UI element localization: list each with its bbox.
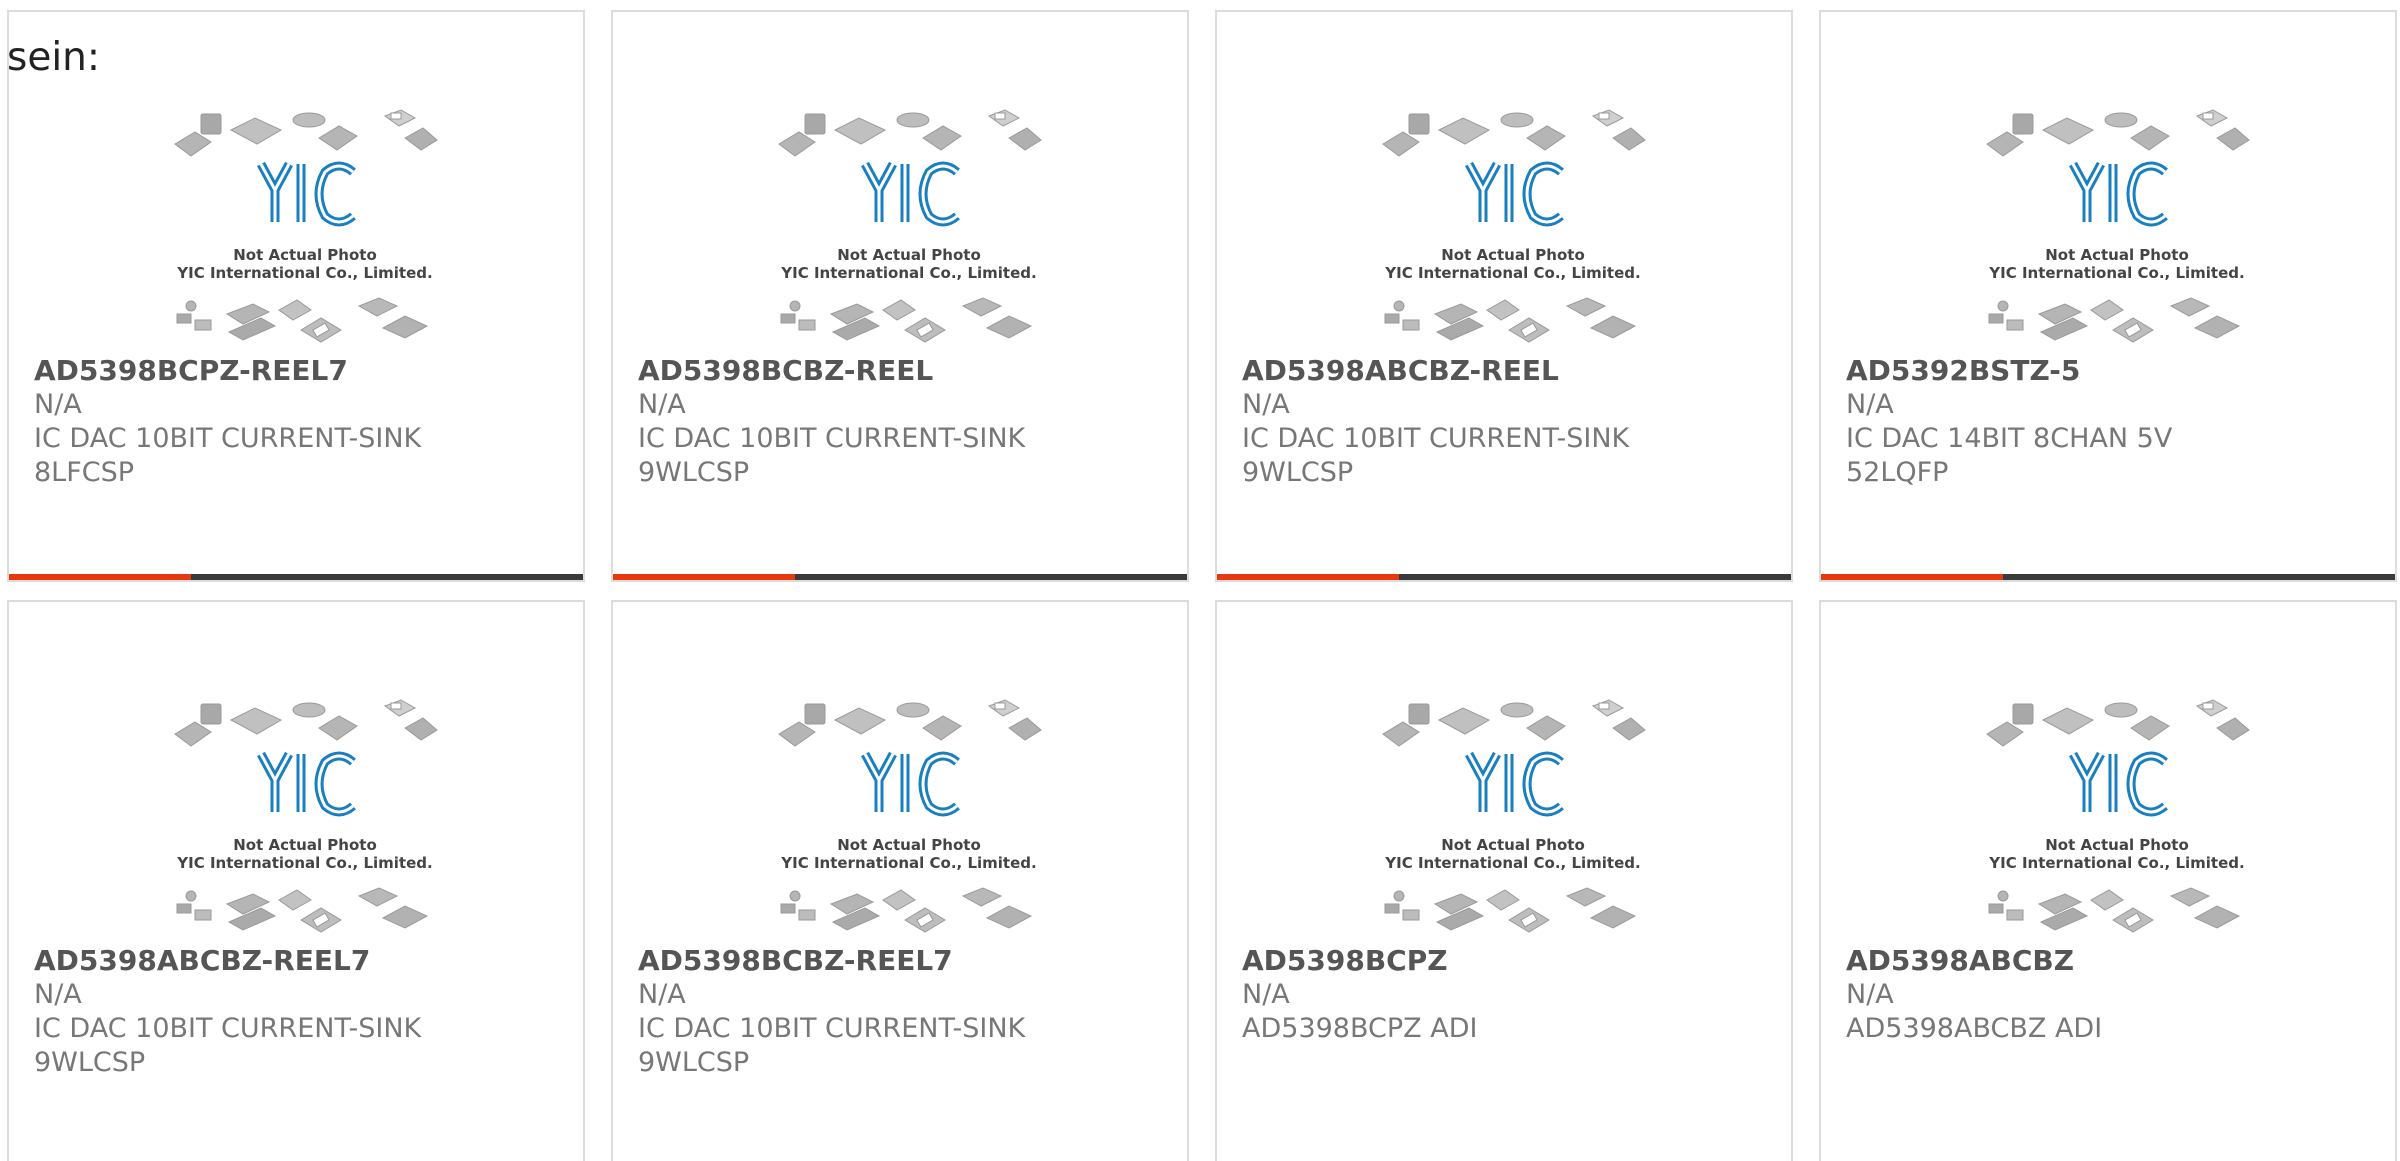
yic-logo-icon xyxy=(257,161,356,227)
placeholder-line1: Not Actual Photo xyxy=(837,246,981,264)
card-bottom-bar-accent xyxy=(613,574,795,580)
chip-cluster-bottom-icon xyxy=(176,297,429,343)
part-number[interactable]: AD5398BCBZ-REEL7 xyxy=(638,944,1158,978)
placeholder-photo: Not Actual Photo YIC International Co., … xyxy=(174,699,438,933)
product-info: AD5398BCPZ-REEL7 N/A IC DAC 10BIT CURREN… xyxy=(34,354,554,490)
yic-logo-icon xyxy=(1465,751,1564,817)
availability-status: N/A xyxy=(1846,389,1894,420)
yic-logo-icon xyxy=(861,161,960,227)
chip-cluster-top-icon xyxy=(1382,699,1646,747)
product-card[interactable]: Not Actual Photo YIC International Co., … xyxy=(611,600,1189,1161)
product-info: AD5392BSTZ-5 N/A IC DAC 14BIT 8CHAN 5V 5… xyxy=(1846,354,2366,490)
placeholder-line1: Not Actual Photo xyxy=(2045,836,2189,854)
placeholder-line2: YIC International Co., Limited. xyxy=(176,854,432,872)
product-info: AD5398ABCBZ-REEL N/A IC DAC 10BIT CURREN… xyxy=(1242,354,1762,490)
part-number[interactable]: AD5398BCPZ-REEL7 xyxy=(34,354,554,388)
product-card[interactable]: Not Actual Photo YIC International Co., … xyxy=(1819,600,2397,1161)
chip-cluster-top-icon xyxy=(778,109,1042,157)
chip-cluster-bottom-icon xyxy=(1384,297,1637,343)
card-bottom-bar xyxy=(1821,574,2395,580)
yic-logo-icon xyxy=(257,751,356,817)
product-info: AD5398ABCBZ-REEL7 N/A IC DAC 10BIT CURRE… xyxy=(34,944,554,1080)
chip-cluster-top-icon xyxy=(778,699,1042,747)
product-description: IC DAC 14BIT 8CHAN 5V 52LQFP xyxy=(1846,423,2173,488)
product-info: AD5398BCBZ-REEL7 N/A IC DAC 10BIT CURREN… xyxy=(638,944,1158,1080)
chip-cluster-bottom-icon xyxy=(1988,887,2241,933)
yic-logo-icon xyxy=(2069,751,2168,817)
placeholder-photo: Not Actual Photo YIC International Co., … xyxy=(1986,699,2250,933)
product-description: AD5398ABCBZ ADI xyxy=(1846,1013,2103,1044)
availability-status: N/A xyxy=(1242,389,1290,420)
part-number[interactable]: AD5398BCBZ-REEL xyxy=(638,354,1158,388)
part-number[interactable]: AD5392BSTZ-5 xyxy=(1846,354,2366,388)
part-number[interactable]: AD5398BCPZ xyxy=(1242,944,1762,978)
placeholder-line2: YIC International Co., Limited. xyxy=(1384,264,1640,282)
card-bottom-bar xyxy=(9,574,583,580)
availability-status: N/A xyxy=(638,389,686,420)
part-number[interactable]: AD5398ABCBZ-REEL xyxy=(1242,354,1762,388)
part-number[interactable]: AD5398ABCBZ xyxy=(1846,944,2366,978)
product-description: AD5398BCPZ ADI xyxy=(1242,1013,1478,1044)
placeholder-line1: Not Actual Photo xyxy=(837,836,981,854)
placeholder-photo: Not Actual Photo YIC International Co., … xyxy=(778,699,1042,933)
product-card[interactable]: Not Actual Photo YIC International Co., … xyxy=(7,10,585,582)
chip-cluster-bottom-icon xyxy=(780,887,1033,933)
placeholder-line1: Not Actual Photo xyxy=(1441,836,1585,854)
product-info: AD5398ABCBZ N/A AD5398ABCBZ ADI xyxy=(1846,944,2366,1046)
yic-logo-icon xyxy=(1465,161,1564,227)
placeholder-line2: YIC International Co., Limited. xyxy=(1384,854,1640,872)
placeholder-photo: Not Actual Photo YIC International Co., … xyxy=(1986,109,2250,343)
card-bottom-bar-accent xyxy=(9,574,191,580)
card-bottom-bar xyxy=(1217,574,1791,580)
yic-logo-icon xyxy=(861,751,960,817)
product-info: AD5398BCPZ N/A AD5398BCPZ ADI xyxy=(1242,944,1762,1046)
placeholder-line2: YIC International Co., Limited. xyxy=(1988,854,2244,872)
availability-status: N/A xyxy=(34,979,82,1010)
product-description: IC DAC 10BIT CURRENT-SINK 9WLCSP xyxy=(34,1013,422,1078)
chip-cluster-top-icon xyxy=(174,699,438,747)
placeholder-photo: Not Actual Photo YIC International Co., … xyxy=(1382,699,1646,933)
product-info: AD5398BCBZ-REEL N/A IC DAC 10BIT CURRENT… xyxy=(638,354,1158,490)
product-card[interactable]: Not Actual Photo YIC International Co., … xyxy=(611,10,1189,582)
chip-cluster-top-icon xyxy=(1986,699,2250,747)
chip-cluster-bottom-icon xyxy=(1988,297,2241,343)
product-card[interactable]: Not Actual Photo YIC International Co., … xyxy=(7,600,585,1161)
availability-status: N/A xyxy=(1846,979,1894,1010)
chip-cluster-top-icon xyxy=(1382,109,1646,157)
chip-cluster-bottom-icon xyxy=(1384,887,1637,933)
chip-cluster-top-icon xyxy=(174,109,438,157)
chip-cluster-bottom-icon xyxy=(176,887,429,933)
placeholder-photo: Not Actual Photo YIC International Co., … xyxy=(174,109,438,343)
product-description: IC DAC 10BIT CURRENT-SINK 9WLCSP xyxy=(638,423,1026,488)
card-bottom-bar xyxy=(613,574,1187,580)
availability-status: N/A xyxy=(638,979,686,1010)
placeholder-line1: Not Actual Photo xyxy=(1441,246,1585,264)
product-card[interactable]: Not Actual Photo YIC International Co., … xyxy=(1215,600,1793,1161)
chip-cluster-top-icon xyxy=(1986,109,2250,157)
placeholder-line2: YIC International Co., Limited. xyxy=(780,264,1036,282)
placeholder-line1: Not Actual Photo xyxy=(2045,246,2189,264)
availability-status: N/A xyxy=(1242,979,1290,1010)
product-card[interactable]: Not Actual Photo YIC International Co., … xyxy=(1819,10,2397,582)
product-description: IC DAC 10BIT CURRENT-SINK 9WLCSP xyxy=(1242,423,1630,488)
availability-status: N/A xyxy=(34,389,82,420)
placeholder-line2: YIC International Co., Limited. xyxy=(780,854,1036,872)
card-bottom-bar-accent xyxy=(1821,574,2003,580)
card-bottom-bar-accent xyxy=(1217,574,1399,580)
yic-logo-icon xyxy=(2069,161,2168,227)
placeholder-line2: YIC International Co., Limited. xyxy=(176,264,432,282)
product-description: IC DAC 10BIT CURRENT-SINK 8LFCSP xyxy=(34,423,422,488)
product-description: IC DAC 10BIT CURRENT-SINK 9WLCSP xyxy=(638,1013,1026,1078)
placeholder-line1: Not Actual Photo xyxy=(233,246,377,264)
placeholder-photo: Not Actual Photo YIC International Co., … xyxy=(1382,109,1646,343)
placeholder-line1: Not Actual Photo xyxy=(233,836,377,854)
intro-text: sein: xyxy=(7,35,101,80)
placeholder-line2: YIC International Co., Limited. xyxy=(1988,264,2244,282)
product-card[interactable]: Not Actual Photo YIC International Co., … xyxy=(1215,10,1793,582)
placeholder-photo: Not Actual Photo YIC International Co., … xyxy=(778,109,1042,343)
product-grid-page: sein: Not Actual Photo YIC International… xyxy=(0,0,2400,1161)
chip-cluster-bottom-icon xyxy=(780,297,1033,343)
part-number[interactable]: AD5398ABCBZ-REEL7 xyxy=(34,944,554,978)
